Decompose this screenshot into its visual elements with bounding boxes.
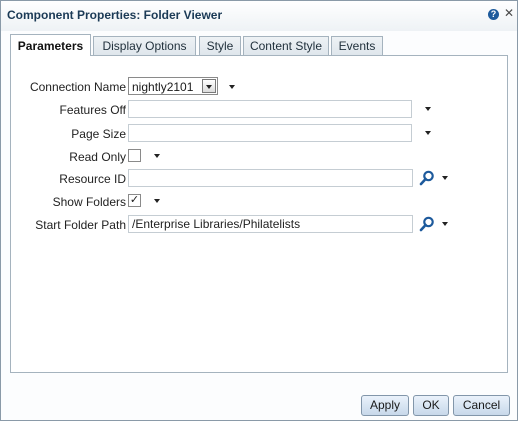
read-only-options-icon[interactable]	[154, 154, 160, 158]
resource-id-row: Resource ID	[11, 169, 509, 189]
page-size-label: Page Size	[71, 127, 126, 141]
page-size-input[interactable]	[128, 124, 412, 142]
page-size-row: Page Size	[11, 124, 509, 144]
start-folder-path-label: Start Folder Path	[35, 218, 126, 232]
start-folder-path-options-icon[interactable]	[442, 222, 448, 226]
connection-name-row: Connection Name nightly2101	[11, 77, 509, 97]
select-open-button[interactable]	[202, 79, 216, 93]
tab-style[interactable]: Style	[199, 36, 241, 55]
tab-events[interactable]: Events	[331, 36, 383, 55]
start-folder-path-row: Start Folder Path	[11, 215, 509, 235]
apply-button[interactable]: Apply	[361, 395, 409, 416]
search-icon[interactable]	[419, 216, 435, 232]
parameters-panel: Connection Name nightly2101 Features Off…	[10, 55, 508, 373]
features-off-options-icon[interactable]	[425, 107, 431, 111]
read-only-row: Read Only	[11, 147, 509, 167]
features-off-input[interactable]	[128, 100, 412, 118]
search-icon[interactable]	[419, 170, 435, 186]
ok-button[interactable]: OK	[413, 395, 449, 416]
tab-content-style[interactable]: Content Style	[243, 36, 329, 55]
resource-id-label: Resource ID	[59, 172, 126, 186]
show-folders-label: Show Folders	[52, 195, 126, 209]
close-icon[interactable]: ✕	[504, 7, 514, 19]
chevron-down-icon	[206, 85, 212, 89]
tab-parameters[interactable]: Parameters	[10, 34, 91, 56]
page-size-options-icon[interactable]	[425, 131, 431, 135]
show-folders-options-icon[interactable]	[154, 199, 160, 203]
component-properties-dialog: Component Properties: Folder Viewer ? ✕ …	[0, 0, 518, 421]
connection-name-label: Connection Name	[29, 80, 126, 94]
features-off-row: Features Off	[11, 100, 509, 120]
show-folders-row: Show Folders ✓	[11, 192, 509, 212]
start-folder-path-input[interactable]	[128, 215, 413, 233]
features-off-label: Features Off	[59, 103, 126, 117]
read-only-label: Read Only	[69, 150, 126, 164]
show-folders-checkbox[interactable]: ✓	[128, 194, 141, 207]
read-only-checkbox[interactable]	[128, 149, 141, 162]
resource-id-input[interactable]	[128, 169, 413, 187]
connection-name-select[interactable]: nightly2101	[128, 77, 218, 95]
dialog-titlebar: Component Properties: Folder Viewer ? ✕	[1, 1, 517, 31]
help-icon[interactable]: ?	[488, 9, 499, 20]
resource-id-options-icon[interactable]	[442, 176, 448, 180]
cancel-button[interactable]: Cancel	[453, 395, 510, 416]
connection-name-value: nightly2101	[132, 80, 194, 94]
dialog-title: Component Properties: Folder Viewer	[7, 8, 223, 22]
connection-name-options-icon[interactable]	[229, 85, 235, 89]
tab-display-options[interactable]: Display Options	[93, 36, 196, 55]
